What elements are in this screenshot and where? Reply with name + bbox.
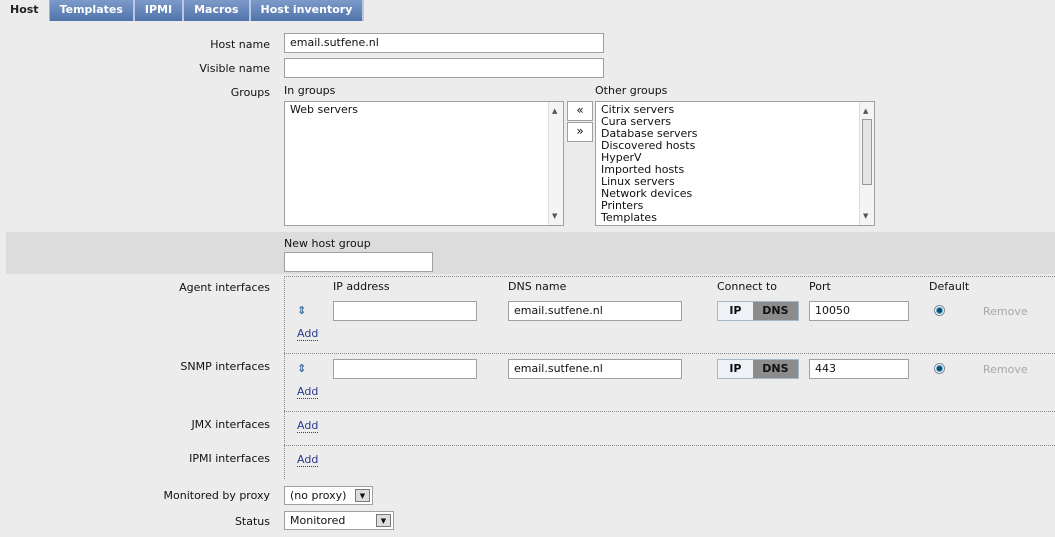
connect-ip-button[interactable]: IP [718,360,753,378]
in-groups-list[interactable]: Web servers ▲ ▼ [284,101,564,226]
snmp-dns-input[interactable]: email.sutfene.nl [508,359,682,379]
connect-dns-button[interactable]: DNS [752,360,798,378]
tab-templates[interactable]: Templates [49,0,135,21]
agent-port-input[interactable]: 10050 [809,301,909,321]
tab-macros[interactable]: Macros [184,0,251,21]
ipmi-interfaces-section [284,445,1055,479]
ipmi-interfaces-label: IPMI interfaces [189,452,270,465]
dns-name-header: DNS name [508,280,567,293]
drag-handle-icon[interactable]: ⇕ [297,304,306,317]
jmx-interfaces-section [284,411,1055,445]
new-group-label: New host group [284,237,371,250]
proxy-label: Monitored by proxy [163,489,270,502]
agent-add-link[interactable]: Add [297,328,319,341]
connect-to-header: Connect to [717,280,778,293]
scrollbar[interactable]: ▲ ▼ [859,102,874,225]
in-groups-label: In groups [284,84,336,97]
chevron-down-icon: ▼ [355,489,370,502]
ip-address-header: IP address [333,280,390,293]
list-item[interactable]: Templates [601,212,869,224]
ipmi-add-link[interactable]: Add [297,454,319,467]
move-right-button[interactable]: » [567,122,593,142]
snmp-interfaces-label: SNMP interfaces [180,360,270,373]
tab-host-inventory[interactable]: Host inventory [250,0,365,21]
status-select[interactable]: Monitored ▼ [284,511,394,530]
snmp-ip-input[interactable] [333,359,477,379]
list-item[interactable]: Web servers [290,104,558,116]
tab-bar: Host Templates IPMI Macros Host inventor… [0,0,365,21]
agent-interfaces-label: Agent interfaces [179,281,270,294]
other-groups-list[interactable]: Citrix servers Cura servers Database ser… [595,101,875,226]
port-header: Port [809,280,831,293]
drag-handle-icon[interactable]: ⇕ [297,362,306,375]
snmp-port-input[interactable]: 443 [809,359,909,379]
proxy-select[interactable]: (no proxy) ▼ [284,486,373,505]
groups-label: Groups [230,86,270,99]
snmp-remove-link[interactable]: Remove [983,363,1028,376]
proxy-value: (no proxy) [290,489,347,502]
new-group-input[interactable] [284,252,433,272]
other-groups-label: Other groups [595,84,668,97]
agent-dns-input[interactable]: email.sutfene.nl [508,301,682,321]
agent-default-radio[interactable] [934,305,945,316]
new-group-band [6,232,1055,274]
scrollbar[interactable]: ▲ ▼ [548,102,563,225]
visible-name-label: Visible name [199,62,270,75]
tab-host[interactable]: Host [0,0,50,21]
snmp-add-link[interactable]: Add [297,386,319,399]
chevron-down-icon: ▼ [376,514,391,527]
status-value: Monitored [290,514,346,527]
snmp-default-radio[interactable] [934,363,945,374]
default-header: Default [929,280,970,293]
host-name-label: Host name [210,38,270,51]
move-left-button[interactable]: « [567,101,593,121]
host-name-input[interactable]: email.sutfene.nl [284,33,604,53]
jmx-add-link[interactable]: Add [297,420,319,433]
visible-name-input[interactable] [284,58,604,78]
connect-ip-button[interactable]: IP [718,302,753,320]
tab-ipmi[interactable]: IPMI [134,0,185,21]
snmp-connect-toggle: IP DNS [717,359,799,379]
jmx-interfaces-label: JMX interfaces [191,418,270,431]
agent-connect-toggle: IP DNS [717,301,799,321]
agent-remove-link[interactable]: Remove [983,305,1028,318]
status-label: Status [234,515,270,528]
agent-ip-input[interactable] [333,301,477,321]
connect-dns-button[interactable]: DNS [752,302,798,320]
